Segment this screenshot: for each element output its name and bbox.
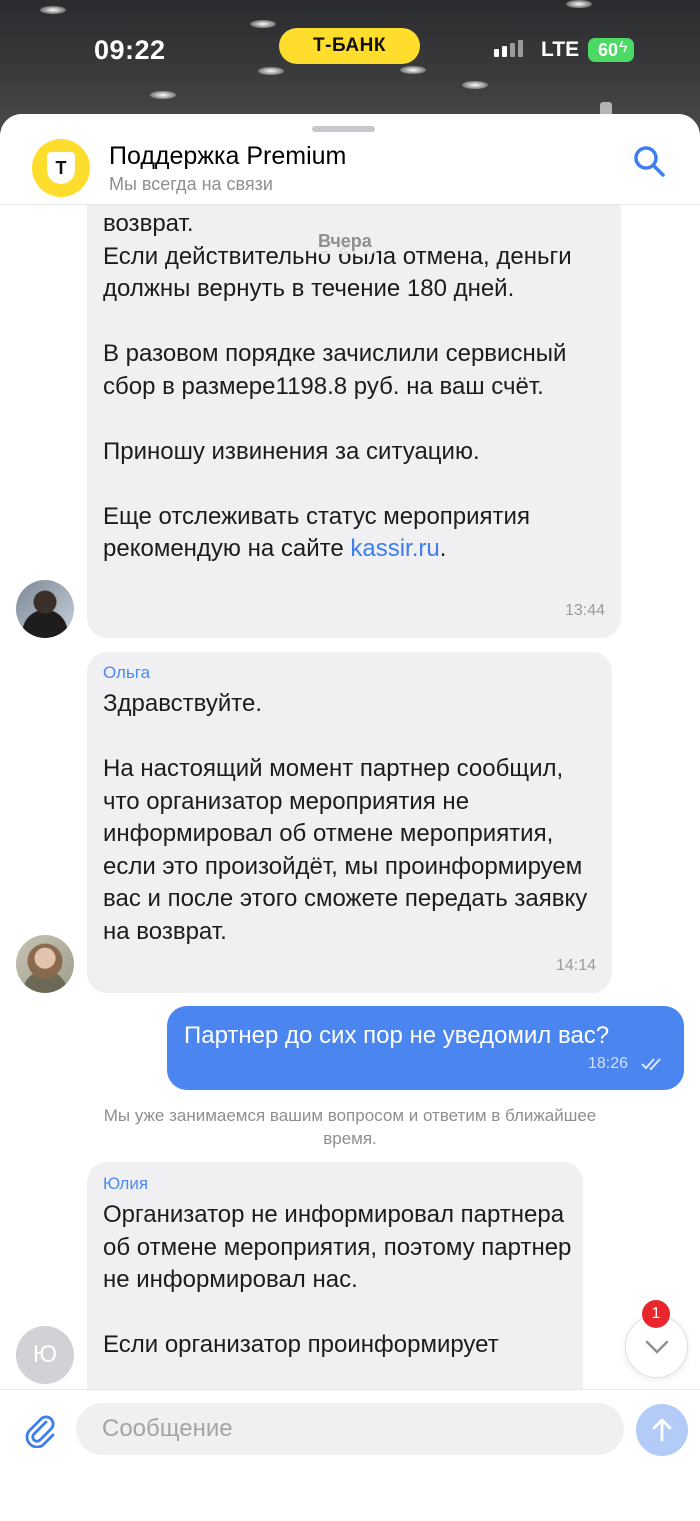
chat-title[interactable]: Поддержка Premium [109,142,346,171]
chat-sheet: возврат. Если действительно была отмена,… [0,114,700,1521]
message-link[interactable]: kassir.ru [350,535,439,562]
message-bubble[interactable]: Юлия Организатор не информировал партнер… [87,1162,583,1422]
signal-icon [494,40,523,57]
message-list[interactable]: возврат. Если действительно была отмена,… [0,114,700,1521]
sheet-grabber[interactable] [312,126,375,132]
date-separator: Вчера [308,229,382,254]
send-button[interactable] [636,1404,688,1456]
chat-header: Т Поддержка Premium Мы всегда на связи [0,114,700,205]
charging-icon: ϟ [619,39,628,56]
sender-name: Ольга [103,663,151,682]
message-input[interactable] [76,1403,624,1455]
message-text: Партнер до сих пор не уведомил вас? [184,1022,610,1049]
sender-name: Юлия [103,1174,149,1193]
agent-avatar[interactable]: Ю [16,1326,74,1384]
outgoing-message-bubble[interactable]: Партнер до сих пор не уведомил вас? 18:2… [167,1006,684,1090]
message-text: Организатор не информировал партнера об … [103,1201,572,1358]
message-bubble[interactable]: Ольга Здравствуйте. На настоящий момент … [87,652,612,993]
message-text: возврат. Если действительно была отмена,… [103,210,572,562]
message-time: 14:14 [555,957,596,974]
composer [0,1389,700,1521]
chat-subtitle: Мы всегда на связи [109,174,273,194]
battery-level: 60 [597,39,619,60]
clock: 09:22 [94,35,166,65]
chat-avatar[interactable]: Т [32,139,90,197]
chevron-down-icon [645,1340,668,1354]
arrow-up-icon [652,1418,672,1442]
read-checkmarks-icon [641,1058,661,1071]
message-text: Здравствуйте. На настоящий момент партне… [103,690,588,945]
paperclip-icon[interactable] [22,1412,58,1448]
unread-badge: 1 [642,1300,670,1328]
search-icon[interactable] [632,144,666,178]
carrier-badge: Т-БАНК [279,28,420,64]
system-notice: Мы уже занимаемся вашим вопросом и ответ… [103,1106,597,1148]
network-type: LTE [541,38,580,61]
status-bar: 09:22 Т-БАНК LTE 60 ϟ [0,0,700,130]
message-time: 13:44 [564,602,605,619]
bank-shield-icon: Т [47,152,75,184]
agent-avatar[interactable] [16,580,74,638]
agent-avatar[interactable] [16,935,74,993]
message-time: 18:26 [588,1055,629,1072]
